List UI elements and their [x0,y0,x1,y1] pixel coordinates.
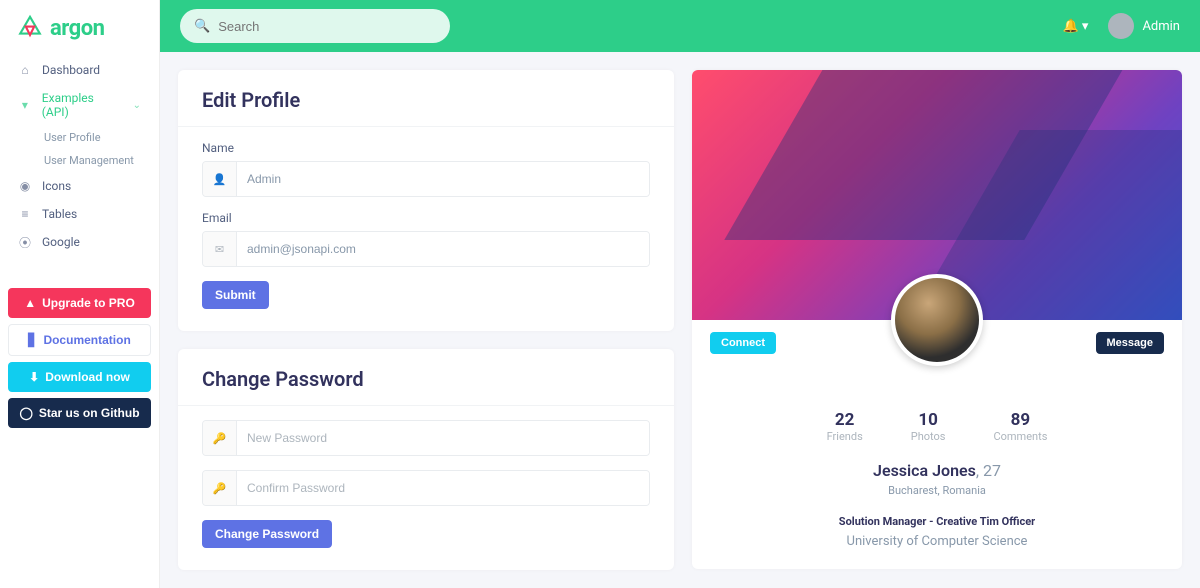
app-icon: ▾ [18,98,32,112]
brand-name: argon [50,16,104,41]
search-input[interactable] [218,19,436,34]
sidebar-buttons: ▲Upgrade to PRO ▋Documentation ⬇Download… [0,280,159,436]
profile-name: Jessica Jones, 27 [692,461,1182,480]
sidebar-item-google[interactable]: ⦿ Google [8,228,151,256]
profile-card: Connect Message 22Friends 10Photos 89Com… [692,70,1182,569]
message-button[interactable]: Message [1096,332,1164,354]
profile-role: Solution Manager - Creative Tim Officer [692,515,1182,528]
doc-icon: ▋ [28,333,37,347]
sidebar-sub-profile[interactable]: User Profile [36,126,151,149]
col-left: Edit Profile Name 👤 Email ✉ Submit [178,70,674,570]
topbar-right: 🔔 ▾ Admin [1063,13,1181,39]
profile-avatar [891,274,983,366]
change-password-card: Change Password 🔑 🔑 Change Password [178,349,674,570]
home-icon: ⌂ [18,63,32,77]
github-icon: ◯ [19,406,32,420]
stat-photos: 10Photos [911,410,946,443]
sidebar-sub-examples: User Profile User Management [8,126,151,172]
pwd-title: Change Password [202,367,650,391]
email-input[interactable] [237,232,649,266]
confirm-password-input[interactable] [237,471,649,505]
brand-logo[interactable]: argon [0,10,159,56]
sidebar-item-label: Examples (API) [42,91,123,119]
new-password-input[interactable] [237,421,649,455]
key-icon: 🔑 [203,471,237,505]
search-box[interactable]: 🔍 [180,9,450,43]
edit-title: Edit Profile [202,88,650,112]
user-icon: 👤 [203,162,237,196]
stat-friends: 22Friends [827,410,863,443]
submit-button[interactable]: Submit [202,281,269,309]
argon-logo-icon [16,14,44,42]
user-menu[interactable]: Admin [1108,13,1180,39]
mail-icon: ✉ [203,232,237,266]
sidebar-item-examples[interactable]: ▾ Examples (API) ⌄ [8,84,151,126]
search-icon: 🔍 [194,19,210,34]
stat-comments: 89Comments [993,410,1047,443]
sidebar-item-icons[interactable]: ◉ Icons [8,172,151,200]
planet-icon: ◉ [18,179,32,193]
sidebar-item-label: Tables [42,207,77,221]
connect-button[interactable]: Connect [710,332,776,354]
topbar: 🔍 🔔 ▾ Admin [160,0,1200,52]
sidebar: argon ⌂ Dashboard ▾ Examples (API) ⌄ Use… [0,0,160,588]
chevron-down-icon: ⌄ [133,100,141,111]
sidebar-item-label: Google [42,235,80,249]
edit-profile-card: Edit Profile Name 👤 Email ✉ Submit [178,70,674,331]
name-input[interactable] [237,162,649,196]
download-button[interactable]: ⬇Download now [8,362,151,392]
key-icon: 🔑 [203,421,237,455]
rocket-icon: ▲ [24,296,36,310]
sidebar-item-label: Dashboard [42,63,100,77]
pin-icon: ⦿ [18,235,32,249]
main: 🔍 🔔 ▾ Admin Edit Profile Name 👤 [160,0,1200,588]
change-password-button[interactable]: Change Password [202,520,332,548]
profile-location: Bucharest, Romania [692,484,1182,497]
profile-edu: University of Computer Science [692,534,1182,549]
list-icon: ≡ [18,207,32,221]
upgrade-button[interactable]: ▲Upgrade to PRO [8,288,151,318]
content: Edit Profile Name 👤 Email ✉ Submit [160,52,1200,588]
docs-button[interactable]: ▋Documentation [8,324,151,356]
email-label: Email [202,211,650,225]
sidebar-item-dashboard[interactable]: ⌂ Dashboard [8,56,151,84]
name-label: Name [202,141,650,155]
avatar-icon [1108,13,1134,39]
download-icon: ⬇ [29,370,39,384]
profile-info: Jessica Jones, 27 Bucharest, Romania Sol… [692,461,1182,549]
col-right: Connect Message 22Friends 10Photos 89Com… [692,70,1182,570]
profile-stats: 22Friends 10Photos 89Comments [692,410,1182,443]
star-button[interactable]: ◯Star us on Github [8,398,151,428]
sidebar-sub-users[interactable]: User Management [36,149,151,172]
sidebar-item-label: Icons [42,179,71,193]
sidebar-item-tables[interactable]: ≡ Tables [8,200,151,228]
user-name: Admin [1142,19,1180,34]
bell-icon[interactable]: 🔔 ▾ [1063,19,1089,34]
sidebar-nav: ⌂ Dashboard ▾ Examples (API) ⌄ User Prof… [0,56,159,256]
